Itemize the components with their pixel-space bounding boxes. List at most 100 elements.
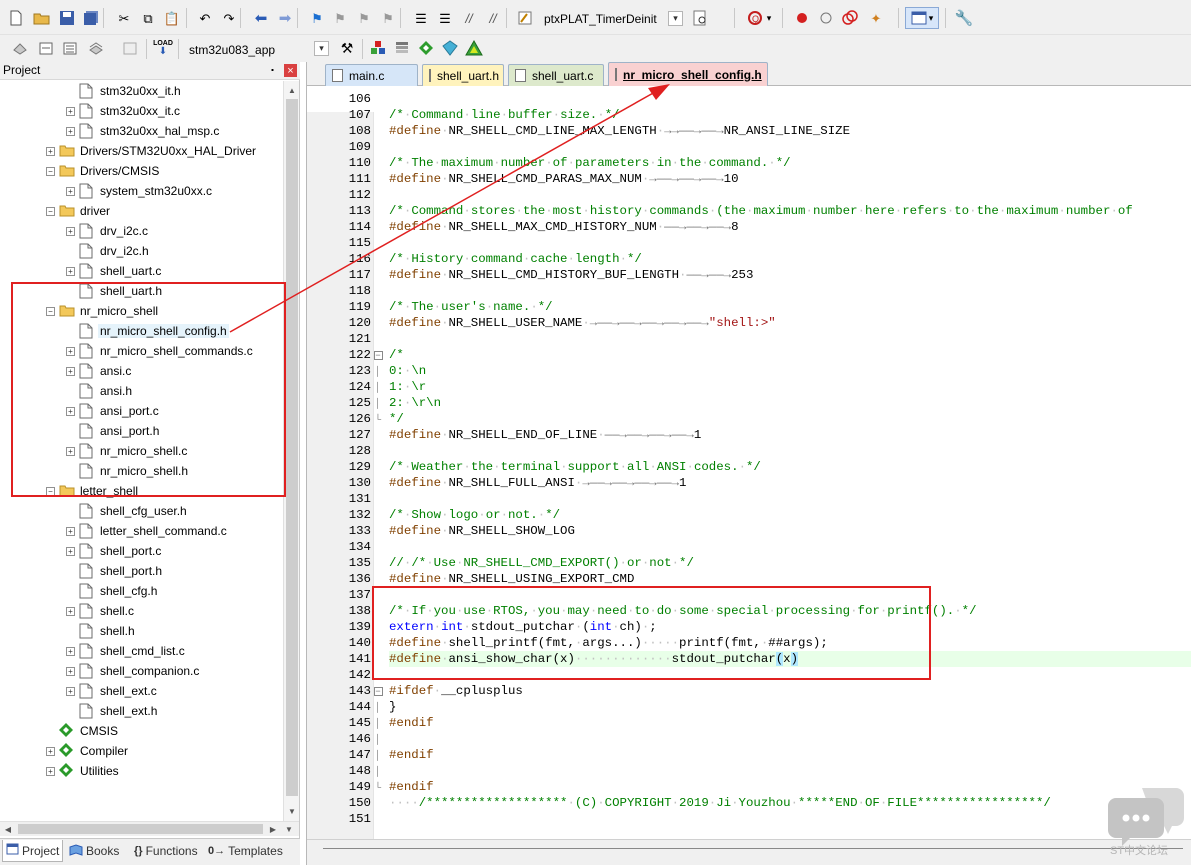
new-file-icon[interactable] [6, 8, 26, 28]
tree-item[interactable]: stm32u0xx_it.h [66, 81, 183, 101]
configure-icon[interactable]: 🔧 [954, 8, 974, 28]
tree-item[interactable]: shell_cfg_user.h [66, 501, 189, 521]
editor-tab[interactable]: nr_micro_shell_config.h [608, 62, 768, 86]
expand-icon[interactable]: + [46, 766, 55, 776]
tree-item[interactable]: drv_i2c.h [66, 241, 151, 261]
batch-build-icon[interactable] [86, 38, 106, 58]
expand-icon[interactable]: + [66, 186, 75, 196]
tree-item[interactable]: + Drivers/STM32U0xx_HAL_Driver [46, 141, 258, 161]
target-combo-dropdown-icon[interactable]: ▾ [314, 41, 329, 56]
bookmark-clear-icon[interactable]: ⚑ [378, 8, 398, 28]
expand-icon[interactable]: + [66, 686, 75, 696]
uncomment-icon[interactable]: // [483, 8, 503, 28]
stop-build-icon[interactable] [120, 38, 140, 58]
scroll-right-icon[interactable]: ▶ [267, 822, 279, 836]
tree-item[interactable]: shell_ext.h [66, 701, 159, 721]
editor-tab[interactable]: main.c [325, 64, 418, 86]
debug-dropdown-icon[interactable]: ▾ [764, 8, 774, 28]
select-software-packs-icon[interactable] [392, 38, 412, 58]
fold-marker-icon[interactable]: └ [373, 411, 383, 427]
tree-item[interactable]: − driver [46, 201, 112, 221]
save-all-icon[interactable] [81, 8, 101, 28]
tree-item[interactable]: shell_port.h [66, 561, 164, 581]
save-icon[interactable] [57, 8, 77, 28]
tree-item[interactable]: + shell_cmd_list.c [66, 641, 187, 661]
target-combo[interactable]: stm32u083_app [183, 39, 331, 60]
tree-item[interactable]: + Utilities [46, 761, 121, 781]
expand-icon[interactable]: + [66, 666, 75, 676]
nav-back-icon[interactable]: ⬅ [251, 8, 271, 28]
translate-icon[interactable] [10, 38, 30, 58]
expand-icon[interactable]: + [66, 646, 75, 656]
find-in-files-icon[interactable] [515, 8, 535, 28]
tree-item[interactable]: + letter_shell_command.c [66, 521, 229, 541]
pack-installer-icon[interactable] [416, 38, 436, 58]
insert-dropdown-icon[interactable]: ✦ [866, 8, 886, 28]
breakpoint-icon[interactable] [792, 8, 812, 28]
tree-item[interactable]: shell.h [66, 621, 137, 641]
expand-icon[interactable]: + [66, 266, 75, 276]
editor-tab[interactable]: shell_uart.c [508, 64, 604, 86]
tree-item[interactable]: shell_cfg.h [66, 581, 159, 601]
tree-item[interactable]: − Drivers/CMSIS [46, 161, 161, 181]
options-for-target-icon[interactable]: ⚒ [337, 38, 357, 58]
tab-books[interactable]: Books [66, 840, 122, 862]
collapse-icon[interactable]: − [46, 206, 55, 216]
tree-item[interactable]: + shell_port.c [66, 541, 163, 561]
comment-icon[interactable]: // [459, 8, 479, 28]
scroll-thumb[interactable] [286, 99, 298, 796]
rte-icon[interactable] [464, 38, 484, 58]
tree-item[interactable]: + shell_ext.c [66, 681, 159, 701]
project-horizontal-scrollbar[interactable]: ◀ ▶ ▼ [0, 821, 299, 836]
manage-components-icon[interactable] [368, 38, 388, 58]
tree-item[interactable]: + shell.c [66, 601, 136, 621]
nav-forward-icon[interactable]: ➡ [275, 8, 295, 28]
code-area[interactable]: 106 107 /*·Command·line·buffer·size.·*/ 108… [307, 87, 1191, 839]
expand-icon[interactable]: + [66, 106, 75, 116]
tree-item[interactable]: + system_stm32u0xx.c [66, 181, 214, 201]
scroll-up-icon[interactable]: ▲ [286, 83, 298, 97]
tab-templates[interactable]: 0→ Templates [205, 840, 286, 862]
redo-icon[interactable]: ↷ [219, 8, 239, 28]
unindent-icon[interactable]: ☰ [435, 8, 455, 28]
expand-icon[interactable]: + [66, 546, 75, 556]
close-panel-icon[interactable]: × [284, 64, 297, 77]
scroll-left-icon[interactable]: ◀ [2, 822, 14, 836]
open-folder-icon[interactable] [32, 8, 52, 28]
collapse-icon[interactable]: − [46, 166, 55, 176]
pin-icon[interactable]: ⬝ [266, 64, 279, 77]
fold-marker-icon[interactable]: └ [373, 779, 383, 795]
expand-icon[interactable]: + [46, 746, 55, 756]
undo-icon[interactable]: ↶ [195, 8, 215, 28]
hscroll-thumb[interactable] [18, 824, 263, 834]
indent-icon[interactable]: ☰ [411, 8, 431, 28]
breakpoint-disable-icon[interactable] [816, 8, 836, 28]
rebuild-icon[interactable] [60, 38, 80, 58]
tree-item[interactable]: + shell_companion.c [66, 661, 201, 681]
function-combo-dropdown-icon[interactable]: ▾ [668, 11, 683, 26]
cut-icon[interactable]: ✂ [114, 8, 134, 28]
debug-start-icon[interactable]: Q [746, 8, 766, 28]
download-icon[interactable]: LOAD ⬇ [152, 37, 174, 59]
paste-icon[interactable]: 📋 [162, 8, 182, 28]
expand-icon[interactable]: + [66, 226, 75, 236]
tree-item[interactable]: + stm32u0xx_hal_msp.c [66, 121, 221, 141]
expand-icon[interactable]: + [66, 526, 75, 536]
fold-marker-icon[interactable]: − [373, 683, 383, 699]
scroll-right-end-icon[interactable]: ▼ [283, 822, 295, 836]
expand-icon[interactable]: + [66, 606, 75, 616]
tab-project[interactable]: Project [2, 840, 64, 862]
bookmark-icon[interactable]: ⚑ [307, 8, 327, 28]
tree-item[interactable]: + shell_uart.c [66, 261, 163, 281]
bookmark-next-icon[interactable]: ⚑ [354, 8, 374, 28]
function-combo[interactable]: ptxPLAT_TimerDeinit [538, 8, 666, 29]
find-icon[interactable] [690, 8, 710, 28]
tab-functions[interactable]: {} Functions [131, 840, 201, 862]
expand-icon[interactable]: + [46, 146, 55, 156]
window-layout-icon[interactable]: ▾ [905, 7, 939, 29]
editor-horizontal-scrollbar[interactable] [307, 839, 1191, 865]
breakpoint-kill-icon[interactable] [840, 8, 860, 28]
scroll-down-icon[interactable]: ▼ [286, 804, 298, 818]
expand-icon[interactable]: + [66, 126, 75, 136]
tree-item[interactable]: + drv_i2c.c [66, 221, 150, 241]
